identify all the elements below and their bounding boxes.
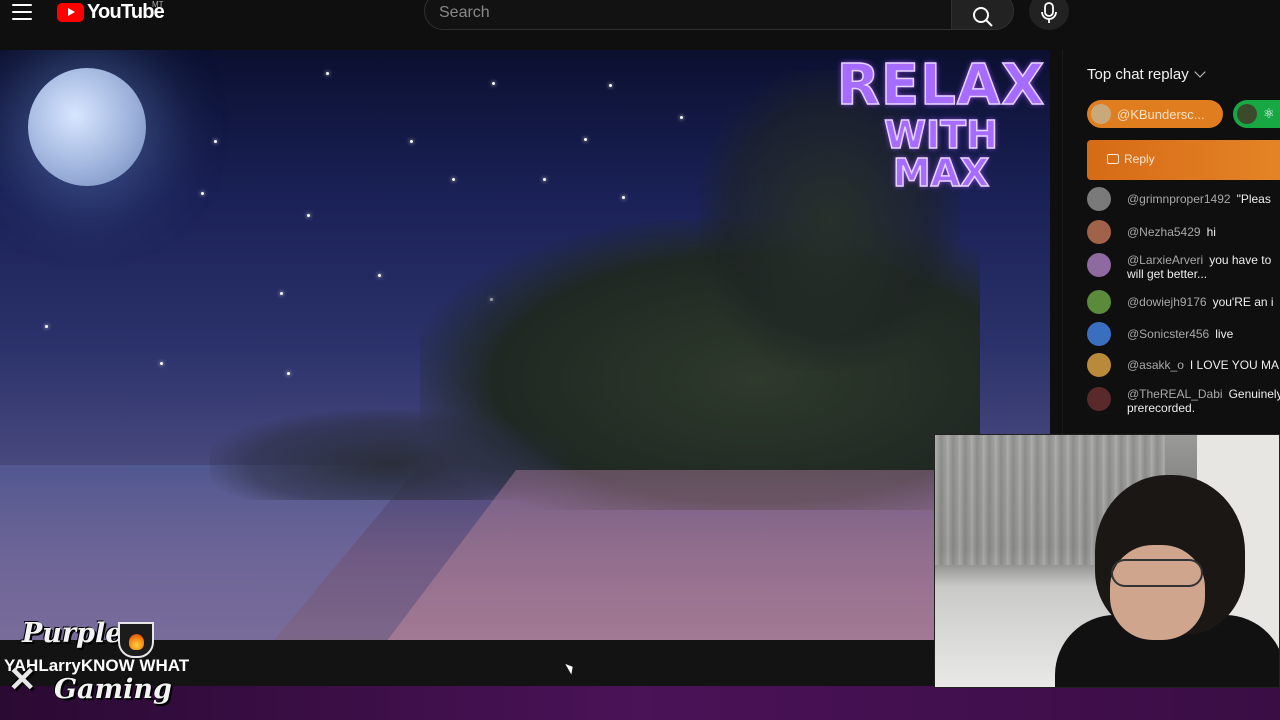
fire-shield-icon (118, 622, 154, 658)
chat-author: @Sonicster456 (1127, 327, 1210, 341)
star (287, 372, 290, 375)
avatar (1091, 104, 1111, 124)
chat-text: hi (1206, 225, 1216, 239)
chat-text: Genuinely (1228, 387, 1280, 401)
avatar (1237, 104, 1257, 124)
star (160, 362, 163, 365)
chat-message: @Sonicster456 live (1087, 322, 1280, 346)
chat-text: live (1215, 327, 1234, 341)
star (201, 192, 204, 195)
star (45, 325, 48, 328)
logo-country-code: MT (152, 0, 164, 9)
youtube-play-icon (57, 2, 84, 22)
chat-text: "Pleas (1236, 192, 1271, 206)
chevron-down-icon (1194, 66, 1206, 78)
avatar (1087, 290, 1111, 314)
relax-logo-line2: WITH MAX (883, 113, 998, 195)
stream-screen: YouTube MT Search RELAX WITH MAX Top cha… (0, 0, 1280, 720)
reply-icon (1107, 154, 1119, 164)
stream-bottom-bar (0, 686, 1280, 720)
chat-message: @LarxieArveri you have to will get better… (1087, 253, 1280, 281)
chat-message: @Nezha5429 hi (1087, 220, 1280, 244)
search-button[interactable] (951, 0, 1014, 30)
star (543, 178, 546, 181)
star (307, 214, 310, 217)
chat-message: @TheREAL_Dabi Genuinely prerecorded. (1087, 387, 1280, 415)
pinned-message-chip[interactable]: ⚛ (1233, 100, 1280, 128)
purple-gaming-logo: Purple ✕ Gaming (8, 618, 172, 710)
reply-button[interactable]: Reply (1107, 152, 1155, 166)
chat-message: @grimnproper1492 "Pleas (1087, 187, 1280, 211)
star (492, 82, 495, 85)
chat-author: @grimnproper1492 (1127, 192, 1231, 206)
pinned-reply-banner: Reply (1087, 140, 1280, 180)
youtube-header: YouTube MT (0, 0, 1280, 50)
avatar (1087, 253, 1111, 277)
chat-header-label: Top chat replay (1087, 66, 1189, 83)
chat-author: @Nezha5429 (1127, 225, 1201, 239)
search-input[interactable] (439, 1, 929, 25)
video-player[interactable]: RELAX WITH MAX (0, 50, 1050, 640)
brand-line2: Gaming (54, 674, 172, 705)
star (378, 274, 381, 277)
live-chat-panel: Top chat replay @KBundersc... ⚛ Reply @g… (1062, 50, 1280, 436)
hamburger-menu-icon[interactable] (12, 4, 32, 20)
search-box[interactable] (424, 0, 952, 30)
avatar (1087, 187, 1111, 211)
youtube-logo[interactable]: YouTube (57, 1, 165, 23)
avatar (1087, 353, 1111, 377)
star (410, 140, 413, 143)
star (326, 72, 329, 75)
crossed-swords-icon: ✕ (8, 660, 37, 700)
avatar (1087, 322, 1111, 346)
chat-author: @dowiejh9176 (1127, 295, 1207, 309)
relax-logo-line1: RELAX (836, 53, 1046, 118)
avatar (1087, 220, 1111, 244)
chat-author: @TheREAL_Dabi (1127, 387, 1223, 401)
relax-with-max-logo: RELAX WITH MAX (836, 53, 1046, 195)
star (609, 84, 612, 87)
star (280, 292, 283, 295)
search-icon (973, 7, 993, 27)
star (214, 140, 217, 143)
microphone-icon (1041, 2, 1057, 23)
chat-author: @asakk_o (1127, 358, 1184, 372)
glasses (1111, 559, 1203, 587)
chat-author: @LarxieArveri (1127, 253, 1204, 267)
pinned-message-chip[interactable]: @KBundersc... (1087, 100, 1223, 128)
chat-message: @asakk_o I LOVE YOU MA (1087, 353, 1280, 377)
webcam-overlay (934, 434, 1280, 688)
star (622, 196, 625, 199)
chat-text-continued: prerecorded. (1127, 401, 1196, 415)
chat-text: you'RE an i (1212, 295, 1274, 309)
star (452, 178, 455, 181)
moon-image (28, 68, 146, 186)
chat-message: @dowiejh9176 you'RE an i (1087, 290, 1280, 314)
chat-text: you have to (1209, 253, 1272, 267)
chat-mode-dropdown[interactable]: Top chat replay (1087, 66, 1206, 83)
chat-text: I LOVE YOU MA (1189, 358, 1280, 372)
voice-search-button[interactable] (1029, 0, 1069, 30)
star (584, 138, 587, 141)
star (680, 116, 683, 119)
pinned-author: @KBundersc... (1117, 106, 1205, 122)
avatar (1087, 387, 1111, 411)
reply-label: Reply (1124, 152, 1155, 166)
chat-text-continued: will get better... (1127, 267, 1208, 281)
brand-line1: Purple (22, 618, 123, 649)
gift-icon: ⚛ (1263, 106, 1275, 121)
